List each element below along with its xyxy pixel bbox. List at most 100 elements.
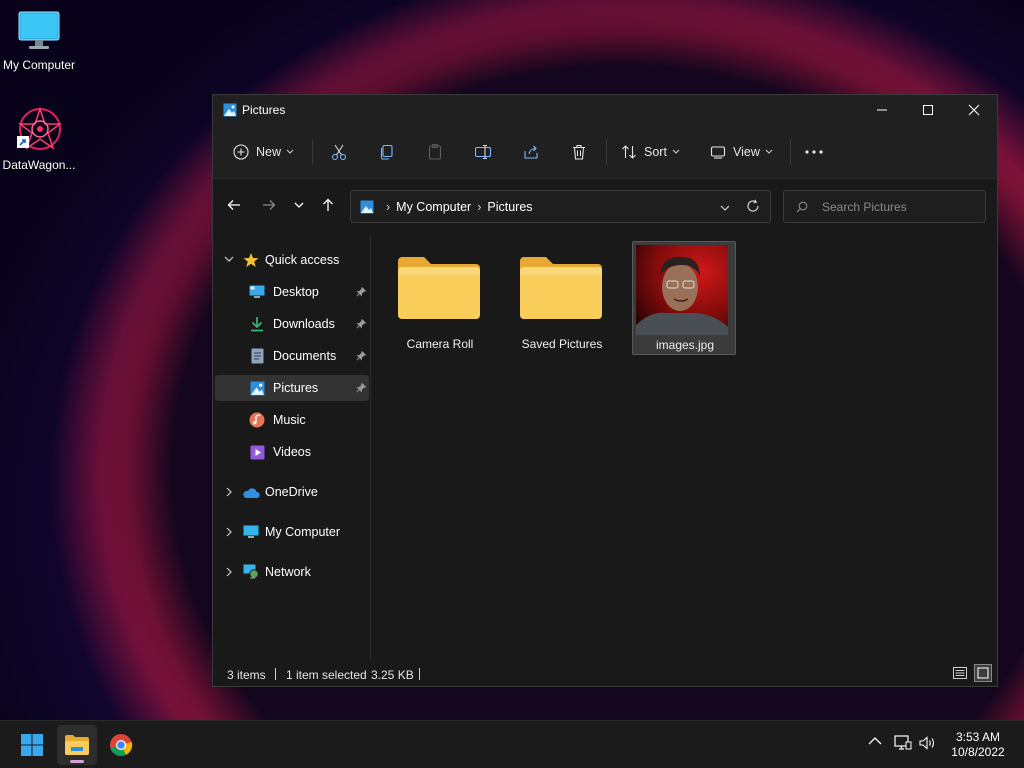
nav-downloads[interactable]: Downloads	[215, 311, 369, 337]
file-explorer-taskbar-button[interactable]	[57, 725, 97, 765]
share-button[interactable]	[522, 137, 540, 167]
chrome-icon	[110, 734, 133, 757]
breadcrumb-pictures[interactable]: Pictures	[487, 200, 532, 214]
trash-icon	[573, 144, 585, 160]
arrow-right-icon	[263, 200, 276, 210]
download-icon	[251, 317, 263, 332]
toolbar-divider	[312, 139, 313, 165]
nav-quick-access[interactable]: Quick access	[215, 247, 369, 273]
share-icon	[524, 145, 538, 159]
cloud-icon	[243, 488, 260, 498]
taskbar: 3:53 AM 10/8/2022	[0, 720, 1024, 768]
breadcrumb-separator: ›	[477, 200, 482, 214]
close-button[interactable]	[951, 95, 997, 125]
selection-count: 1 item selected	[286, 668, 367, 682]
cut-button[interactable]	[330, 137, 348, 167]
nav-label: My Computer	[265, 525, 341, 539]
delete-button[interactable]	[570, 137, 588, 167]
forward-button[interactable]	[257, 193, 281, 217]
network-wired-icon	[894, 735, 912, 750]
new-label: New	[256, 145, 282, 159]
chrome-taskbar-button[interactable]	[101, 725, 141, 765]
nav-network[interactable]: Network	[215, 559, 369, 585]
back-button[interactable]	[222, 193, 246, 217]
pictures-icon	[223, 103, 237, 120]
document-icon	[251, 348, 264, 364]
nav-onedrive[interactable]: OneDrive	[215, 479, 369, 505]
address-history-button[interactable]	[720, 200, 730, 214]
file-item-camera-roll[interactable]: Camera Roll	[388, 241, 492, 355]
rename-button[interactable]	[474, 137, 492, 167]
sort-label: Sort	[644, 145, 667, 159]
nav-label: Documents	[273, 349, 337, 363]
chevron-up-icon	[868, 737, 882, 745]
nav-videos[interactable]: Videos	[215, 439, 369, 465]
search-input[interactable]	[822, 199, 977, 215]
file-name: Camera Roll	[406, 337, 474, 351]
nav-documents[interactable]: Documents	[215, 343, 369, 369]
navigation-pane: Quick access Desktop Downloads Documents…	[213, 235, 371, 660]
file-explorer-window: Pictures New Sort View › My Computer › P…	[212, 94, 998, 687]
paste-button[interactable]	[426, 137, 444, 167]
chevron-down-icon	[765, 149, 773, 154]
address-bar[interactable]: › My Computer › Pictures	[350, 190, 771, 223]
datawagon-icon	[15, 106, 63, 152]
file-name: images.jpg	[655, 338, 715, 352]
clock-date: 10/8/2022	[951, 745, 1005, 759]
title-bar[interactable]: Pictures	[213, 95, 997, 125]
pin-icon	[356, 319, 366, 329]
show-hidden-icons-button[interactable]	[868, 735, 882, 749]
scissors-icon	[331, 144, 347, 161]
plus-circle-icon	[233, 144, 249, 160]
monitor-icon	[17, 10, 61, 52]
nav-music[interactable]: Music	[215, 407, 369, 433]
toolbar-divider	[790, 139, 791, 165]
breadcrumb-separator: ›	[386, 200, 391, 214]
copy-button[interactable]	[378, 137, 396, 167]
nav-label: Downloads	[273, 317, 335, 331]
video-icon	[250, 445, 265, 460]
explorer-body: Quick access Desktop Downloads Documents…	[213, 235, 997, 660]
nav-label: Videos	[273, 445, 311, 459]
nav-my-computer[interactable]: My Computer	[215, 519, 369, 545]
minimize-button[interactable]	[859, 95, 905, 125]
details-view-icon	[953, 667, 967, 679]
chevron-right-icon	[226, 487, 232, 497]
nav-label: Desktop	[273, 285, 319, 299]
maximize-button[interactable]	[905, 95, 951, 125]
nav-label: Music	[273, 413, 306, 427]
sort-button[interactable]: Sort	[621, 137, 680, 167]
desktop-icon-my-computer[interactable]: My Computer	[0, 10, 79, 72]
chevron-down-icon	[224, 256, 234, 262]
more-options-button[interactable]	[805, 137, 823, 167]
large-icons-view-button[interactable]	[974, 664, 992, 682]
refresh-button[interactable]	[746, 199, 760, 216]
nav-pictures[interactable]: Pictures	[215, 375, 369, 401]
up-button[interactable]	[316, 193, 340, 217]
details-view-button[interactable]	[951, 664, 969, 682]
breadcrumb-my-computer[interactable]: My Computer	[396, 200, 471, 214]
status-divider	[275, 668, 276, 680]
file-item-images-jpg[interactable]: images.jpg	[632, 241, 736, 355]
music-icon	[249, 412, 265, 428]
folder-icon	[520, 257, 602, 319]
pin-icon	[356, 287, 366, 297]
search-box[interactable]	[783, 190, 986, 223]
clock-time: 3:53 AM	[955, 730, 1001, 744]
nav-desktop[interactable]: Desktop	[215, 279, 369, 305]
chevron-down-icon	[286, 149, 294, 154]
rename-icon	[474, 144, 492, 160]
taskbar-clock[interactable]: 3:53 AM 10/8/2022	[942, 730, 1014, 760]
start-button[interactable]	[12, 725, 52, 765]
desktop-icon-datawagon[interactable]: DataWagon...	[0, 106, 79, 172]
file-item-saved-pictures[interactable]: Saved Pictures	[510, 241, 614, 355]
network-status-button[interactable]	[894, 735, 912, 754]
monitor-icon	[243, 525, 259, 538]
chevron-right-icon	[226, 567, 232, 577]
file-list: Camera Roll Saved Pictures images.jpg	[372, 235, 997, 660]
new-button[interactable]: New	[233, 137, 294, 167]
large-icons-view-icon	[977, 667, 989, 679]
view-button[interactable]: View	[710, 137, 773, 167]
recent-locations-button[interactable]	[287, 193, 311, 217]
volume-button[interactable]	[919, 736, 937, 753]
